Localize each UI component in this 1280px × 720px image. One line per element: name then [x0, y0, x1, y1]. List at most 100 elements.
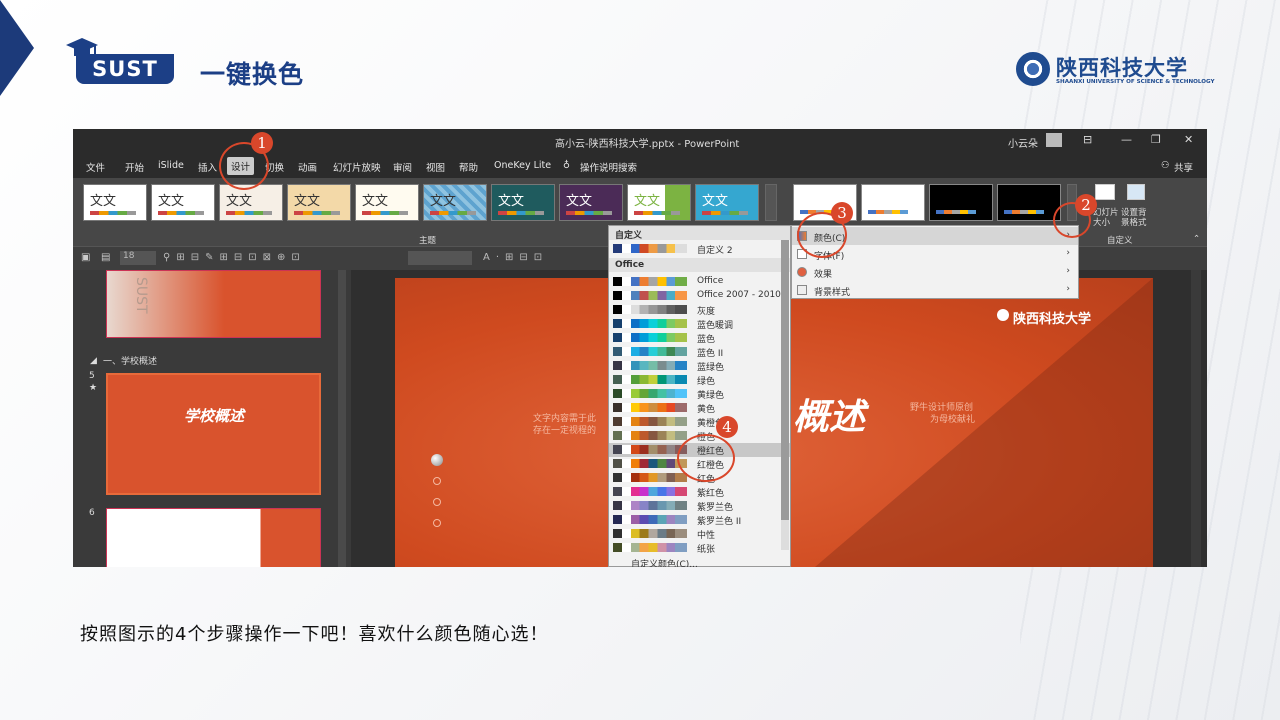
theme-thumbnail[interactable]: 文文	[83, 184, 147, 221]
slide-logo-seal-icon	[997, 309, 1009, 321]
variant-thumbnail[interactable]	[997, 184, 1061, 221]
share-icon[interactable]: ⚇	[1161, 160, 1170, 171]
color-scheme-item[interactable]: 自定义 2	[609, 242, 790, 256]
main-slide-caption: 存在一定视程的	[533, 426, 597, 436]
color-scheme-item[interactable]: 中性	[609, 527, 790, 541]
main-slide-heading: 概述	[793, 397, 866, 438]
tab-animations[interactable]: 动画	[298, 160, 317, 174]
variant-thumbnail[interactable]	[861, 184, 925, 221]
decor-dot	[433, 498, 441, 506]
tab-slideshow[interactable]: 幻灯片放映	[333, 160, 381, 174]
layout-icon[interactable]: ▤	[101, 252, 110, 263]
tab-help[interactable]: 帮助	[459, 160, 478, 174]
menu-background-styles[interactable]: 背景样式 ›	[792, 281, 1078, 299]
themes-group-label: 主题	[419, 236, 437, 246]
color-scheme-item[interactable]: 灰度	[609, 303, 790, 317]
university-seal-icon	[1016, 52, 1050, 86]
effects-icon	[797, 267, 807, 277]
format-background-icon[interactable]	[1127, 184, 1145, 200]
theme-thumbnail[interactable]: 文文	[695, 184, 759, 221]
color-scheme-item[interactable]: 紫罗兰色	[609, 499, 790, 513]
theme-thumbnail[interactable]: 文文	[627, 184, 691, 221]
color-scheme-item[interactable]: Office	[609, 275, 790, 289]
menu-effects[interactable]: 效果 ›	[792, 263, 1078, 281]
color-scheme-item[interactable]: 蓝绿色	[609, 359, 790, 373]
color-scheme-item[interactable]: 蓝色暖调	[609, 317, 790, 331]
section-arrow-icon[interactable]: ◢	[90, 356, 97, 366]
slide-size-button[interactable]: 幻灯片大小	[1093, 208, 1121, 228]
toolbar-icons[interactable]: ⚲⊞⊟✎⊞⊟⊡⊠⊕⊡	[163, 252, 306, 263]
custom-colors-link[interactable]: 自定义颜色(C)...	[631, 557, 698, 567]
color-scheme-item[interactable]: 蓝色	[609, 331, 790, 345]
theme-scroll[interactable]	[765, 184, 777, 221]
color-scheme-item[interactable]: 纸张	[609, 541, 790, 555]
slide-thumbnail[interactable]: SUST	[106, 270, 321, 338]
color-scheme-item[interactable]: 黄色	[609, 401, 790, 415]
office-colors-header: Office	[609, 258, 790, 272]
minimize-icon[interactable]: —	[1121, 133, 1132, 146]
colors-gallery: 自定义 自定义 2 Office Office Office 2007 - 20…	[608, 225, 791, 567]
theme-thumbnail[interactable]: 文文	[423, 184, 487, 221]
color-scheme-item[interactable]: 紫罗兰色 II	[609, 513, 790, 527]
color-scheme-item[interactable]: 黄橙色	[609, 415, 790, 429]
format-background-button[interactable]: 设置背景格式	[1121, 208, 1151, 228]
theme-thumbnail[interactable]: 文文	[355, 184, 419, 221]
tab-view[interactable]: 视图	[426, 160, 445, 174]
chevron-right-icon: ›	[1066, 284, 1070, 294]
slide-logo-text: 陕西科技大学	[1013, 312, 1092, 327]
restore-icon[interactable]: ❐	[1151, 133, 1161, 146]
decor-dot	[431, 454, 443, 466]
collapse-ribbon-icon[interactable]: ⌃	[1193, 234, 1200, 244]
sust-logo: SUST	[76, 54, 174, 84]
decor-dot	[433, 477, 441, 485]
font-size-box[interactable]: 18	[120, 251, 156, 265]
toolbar-icons-2[interactable]: A·⊞⊟⊡	[483, 252, 548, 263]
university-name-en: SHAANXI UNIVERSITY OF SCIENCE & TECHNOLO…	[1056, 79, 1215, 85]
chevron-right-icon: ›	[1066, 248, 1070, 258]
theme-thumbnail[interactable]: 文文	[559, 184, 623, 221]
gallery-scrollbar[interactable]	[781, 240, 789, 550]
tab-home[interactable]: 开始	[125, 160, 144, 174]
background-style-icon	[797, 285, 807, 295]
search-icon[interactable]: ♁	[563, 160, 570, 171]
corner-decoration	[0, 0, 34, 96]
close-icon[interactable]: ✕	[1184, 133, 1193, 146]
tab-review[interactable]: 审阅	[393, 160, 412, 174]
style-select[interactable]	[408, 251, 472, 265]
color-scheme-item[interactable]: 蓝色 II	[609, 345, 790, 359]
color-scheme-item[interactable]: 绿色	[609, 373, 790, 387]
slide-number: 5	[89, 371, 95, 381]
thumbnail-scrollbar[interactable]	[338, 270, 346, 567]
save-icon[interactable]: ▣	[81, 252, 90, 263]
slide-size-icon[interactable]	[1095, 184, 1115, 200]
slide-thumbnail[interactable]	[106, 508, 321, 567]
tab-insert[interactable]: 插入	[198, 160, 217, 174]
color-scheme-item[interactable]: 黄绿色	[609, 387, 790, 401]
tab-islide[interactable]: iSlide	[158, 160, 184, 171]
tell-me-search[interactable]: 操作说明搜索	[580, 160, 637, 174]
color-scheme-item[interactable]: Office 2007 - 2010	[609, 289, 790, 303]
theme-thumbnail[interactable]: 文文	[151, 184, 215, 221]
logo-text: SUST	[92, 57, 158, 81]
theme-thumbnail[interactable]: 文文	[287, 184, 351, 221]
step-4-badge: 4	[716, 416, 738, 438]
theme-thumbnail[interactable]: 文文	[491, 184, 555, 221]
thumb-title: 学校概述	[184, 407, 245, 425]
powerpoint-screenshot: 高小云-陕西科技大学.pptx - PowerPoint 小云朵 ⊟ — ❐ ✕…	[73, 129, 1207, 567]
step-3-badge: 3	[831, 202, 853, 224]
step-1-badge: 1	[251, 132, 273, 154]
canvas-scrollbar[interactable]	[1191, 270, 1201, 567]
variant-thumbnail[interactable]	[929, 184, 993, 221]
page-title: 一键换色	[200, 60, 305, 89]
share-button[interactable]: 共享	[1174, 160, 1193, 174]
instruction-text: 按照图示的4个步骤操作一下吧！喜欢什么颜色随心选！	[80, 624, 549, 645]
color-scheme-item[interactable]: 紫红色	[609, 485, 790, 499]
slide-number: 6	[89, 508, 95, 518]
theme-thumbnail[interactable]: 文文	[219, 184, 283, 221]
slide-thumbnail-selected[interactable]: 学校概述	[106, 373, 321, 495]
section-label[interactable]: 一、学校概述	[103, 354, 157, 367]
tab-onekey[interactable]: OneKey Lite	[494, 160, 551, 171]
user-name: 小云朵	[1008, 139, 1038, 150]
ribbon-display-icon[interactable]: ⊟	[1083, 133, 1092, 146]
tab-file[interactable]: 文件	[86, 160, 105, 174]
